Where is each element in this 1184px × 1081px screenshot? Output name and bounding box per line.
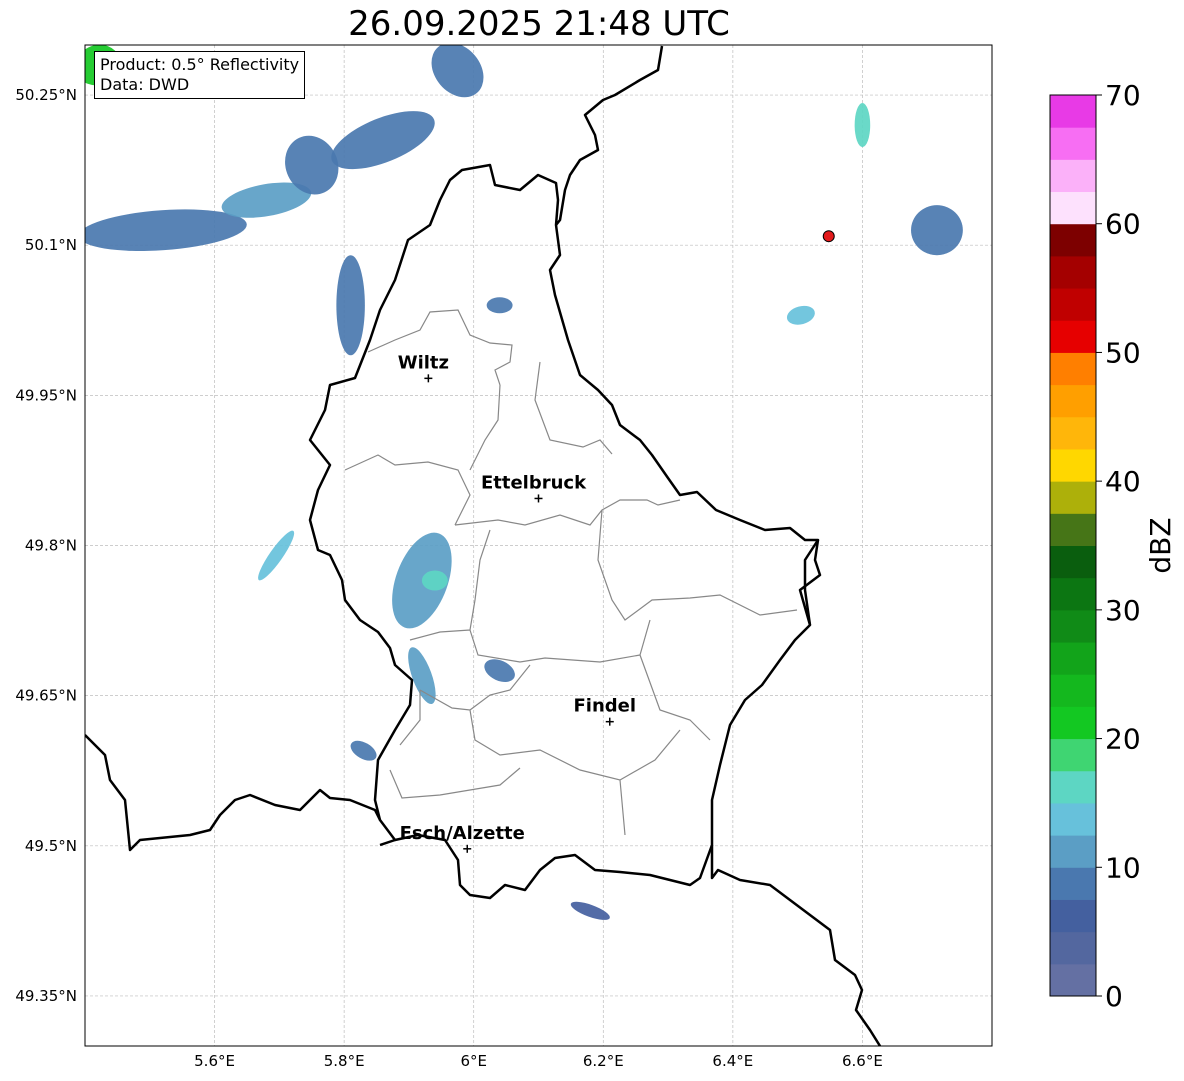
echo-cell [258, 530, 295, 581]
borders [85, 45, 882, 1046]
colorbar-segment [1050, 416, 1096, 450]
lat-tick-label: 49.95°N [15, 386, 77, 404]
colorbar-tick-label: 70 [1105, 79, 1141, 112]
colorbar-segment [1050, 127, 1096, 160]
radar-site-marker [822, 230, 835, 243]
data-source-label: Data: DWD [100, 75, 190, 94]
product-info-box: Product: 0.5° Reflectivity Data: DWD [94, 51, 306, 99]
lat-tick-label: 50.1°N [25, 236, 77, 254]
colorbar-segment [1050, 191, 1096, 225]
colorbar-segment [1050, 642, 1096, 675]
lon-tick-label: 6.4°E [712, 1052, 753, 1070]
colorbar-segment [1050, 352, 1096, 386]
colorbar-segment [1050, 867, 1096, 900]
echo-cell [854, 103, 871, 148]
echo-cell [786, 305, 815, 325]
colorbar-tick-label: 60 [1105, 208, 1141, 241]
echo-cell [570, 901, 610, 920]
lat-tick-label: 49.5°N [25, 837, 77, 855]
city-label: Findel [573, 696, 636, 717]
gridlines [85, 45, 992, 1046]
colorbar-segment [1050, 738, 1096, 772]
lon-tick-label: 5.6°E [194, 1052, 235, 1070]
colorbar-label: dBZ [1144, 517, 1177, 573]
colorbar-segment [1050, 288, 1096, 321]
lon-tick-label: 6.6°E [842, 1052, 883, 1070]
colorbar-segment [1050, 255, 1096, 289]
colorbar-segment [1050, 706, 1096, 740]
colorbar-tick-label: 30 [1105, 594, 1141, 627]
colorbar-tick-label: 50 [1105, 336, 1141, 369]
colorbar-segment [1050, 384, 1096, 418]
colorbar-segment [1050, 674, 1096, 707]
colorbar-segment [1050, 609, 1096, 643]
colorbar-segment [1050, 931, 1096, 965]
colorbar-segment [1050, 159, 1096, 193]
echo-cell [331, 111, 435, 170]
colorbar-segment [1050, 481, 1096, 514]
luxembourg-border [308, 163, 820, 900]
colorbar-segment [1050, 802, 1096, 836]
lat-tick-label: 49.35°N [15, 987, 77, 1005]
colorbar-segment [1050, 513, 1096, 546]
colorbar-segment [1050, 577, 1096, 611]
echo-cell [421, 570, 448, 591]
colorbar: 0 10 20 30 40 50 60 70 dBZ [1049, 79, 1177, 1013]
lon-tick-label: 6°E [460, 1052, 487, 1070]
lat-tick-label: 49.65°N [15, 687, 77, 705]
echo-cell [336, 255, 365, 356]
echo-cell [350, 740, 377, 761]
product-label: Product: 0.5° Reflectivity [100, 55, 300, 74]
colorbar-segment [1050, 320, 1096, 353]
lon-tick-label: 6.2°E [583, 1052, 624, 1070]
radar-map: Wiltz Ettelbruck Findel Esch/Alzette 5.6°E 5… [15, 44, 1177, 1070]
colorbar-tick-label: 0 [1105, 980, 1123, 1013]
germany-border [555, 45, 882, 1046]
colorbar-segment [1050, 835, 1096, 868]
colorbar-segment [1050, 448, 1096, 482]
city-label: Wiltz [398, 352, 449, 373]
colorbar-tick-label: 40 [1105, 465, 1141, 498]
colorbar-tick-label: 10 [1105, 851, 1141, 884]
colorbar-segment [1050, 545, 1096, 579]
colorbar-segment [1050, 770, 1096, 804]
colorbar-segment [1050, 95, 1096, 128]
colorbar-segment [1050, 899, 1096, 933]
lon-tick-label: 5.8°E [324, 1052, 365, 1070]
lat-tick-label: 50.25°N [15, 86, 77, 104]
colorbar-segment [1050, 223, 1096, 257]
city-label: Esch/Alzette [400, 823, 525, 844]
echo-cell [486, 297, 513, 314]
colorbar-segment [1050, 963, 1096, 997]
colorbar-tick-label: 20 [1105, 723, 1141, 756]
echo-cell [911, 205, 963, 256]
city-label: Ettelbruck [481, 472, 587, 493]
echo-cell [85, 209, 247, 252]
echo-cell [431, 45, 484, 98]
lat-tick-label: 49.8°N [25, 537, 77, 555]
echo-cell [484, 659, 515, 682]
france-belgium-border [85, 734, 396, 852]
